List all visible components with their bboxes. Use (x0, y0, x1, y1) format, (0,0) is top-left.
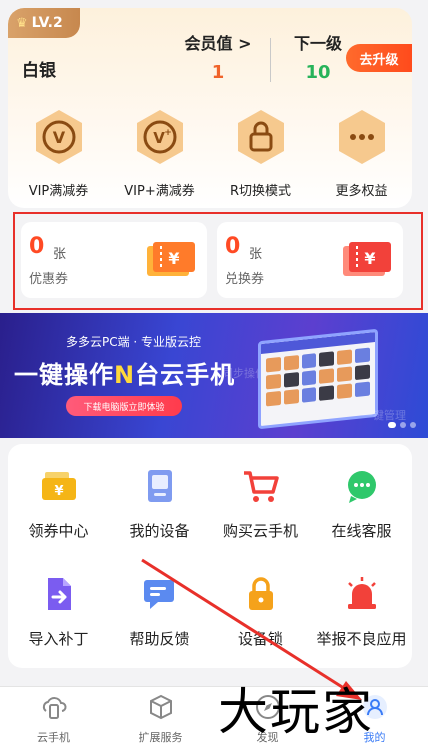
upgrade-button[interactable]: 去升级 (346, 44, 412, 72)
banner-cta-button[interactable]: 下载电脑版立即体验 (66, 396, 182, 416)
tool-buy-cloud-phone[interactable]: 购买云手机 (210, 466, 311, 541)
tool-label: 领券中心 (28, 522, 89, 540)
stat-divider (270, 38, 271, 82)
shopping-cart-icon (243, 471, 279, 502)
banner-tagline: 多多云PC端 · 专业版云控 (66, 335, 202, 349)
tool-report-app[interactable]: 举报不良应用 (311, 574, 412, 649)
watermark-text: 大玩家 (218, 683, 374, 741)
perk-label: VIP满减券 (28, 184, 89, 199)
more-dots-icon (338, 110, 385, 164)
cloud-phone-icon (42, 697, 66, 719)
nav-label: 云手机 (37, 731, 70, 744)
perk-label: R切换模式 (229, 184, 292, 199)
nav-label: 扩展服务 (138, 731, 183, 744)
member-card: ♛ LV.2 白银 会员值 > 1 下一级 10 去升级 V VIP满减券 V … (8, 8, 412, 208)
next-level-value: 10 (305, 62, 331, 83)
vip-voucher-icon: V (35, 110, 82, 164)
annotation-highlight-box (13, 212, 423, 310)
tool-online-support[interactable]: 在线客服 (311, 466, 412, 541)
tools-grid: ¥ 领券中心 我的设备 购买云手机 在线客服 导入补丁 帮助反馈 设备锁 举报不… (8, 444, 412, 668)
svg-text:¥: ¥ (54, 484, 63, 499)
lock-icon (237, 110, 284, 164)
tool-label: 在线客服 (331, 522, 392, 540)
customer-service-icon (347, 471, 376, 503)
member-value-label: 会员值 > (184, 34, 252, 53)
member-value: 1 (211, 62, 225, 83)
headline-highlight: N (114, 361, 136, 389)
nav-extension-services[interactable]: 扩展服务 (107, 687, 214, 745)
perk-more-benefits[interactable]: 更多权益 (311, 108, 412, 199)
svg-text:V: V (52, 128, 65, 147)
level-label: LV.2 (31, 15, 63, 31)
headline-part: 台云手机 (135, 361, 236, 389)
perks-row: V VIP满减券 V + VIP+满减券 R切换模式 更多权益 (8, 108, 412, 199)
tool-coupon-center[interactable]: ¥ 领券中心 (8, 466, 109, 541)
tool-help-feedback[interactable]: 帮助反馈 (109, 574, 210, 649)
tool-label: 我的设备 (129, 522, 190, 540)
next-level-label: 下一级 (293, 34, 342, 53)
level-badge: ♛ LV.2 (8, 8, 80, 38)
my-device-icon (147, 470, 172, 502)
extension-cube-icon (149, 694, 172, 720)
crown-icon: ♛ (16, 15, 28, 31)
tool-import-patch[interactable]: 导入补丁 (8, 574, 109, 649)
nav-cloud-phone[interactable]: 云手机 (0, 687, 107, 745)
coupon-center-icon: ¥ (41, 472, 76, 500)
tool-label: 帮助反馈 (129, 630, 190, 648)
import-patch-icon (47, 578, 71, 610)
help-feedback-icon (143, 580, 174, 609)
banner-faint-text: 一键管理 (362, 409, 406, 422)
perk-r-switch-mode[interactable]: R切换模式 (210, 108, 311, 199)
tier-name: 白银 (22, 61, 56, 81)
svg-text:+: + (164, 128, 172, 138)
tool-device-lock[interactable]: 设备锁 (210, 574, 311, 649)
pc-screen-illustration (258, 328, 378, 430)
vip-plus-voucher-icon: V + (136, 110, 183, 164)
perk-label: 更多权益 (335, 184, 388, 199)
promo-banner[interactable]: 多多云PC端 · 专业版云控 一键操作N台云手机 下载电脑版立即体验 同步操作 … (0, 313, 428, 438)
carousel-indicator (388, 422, 416, 428)
tool-label: 举报不良应用 (316, 630, 407, 648)
perk-label: VIP+满减券 (124, 184, 195, 199)
device-lock-icon (248, 577, 273, 610)
member-value-stat[interactable]: 会员值 > 1 (178, 30, 258, 83)
tool-label: 设备锁 (237, 630, 283, 648)
perk-vip-plus-voucher[interactable]: V + VIP+满减券 (109, 108, 210, 199)
banner-headline: 一键操作N台云手机 (14, 355, 235, 390)
tool-label: 导入补丁 (28, 630, 89, 648)
tool-label: 购买云手机 (222, 522, 298, 540)
tool-my-devices[interactable]: 我的设备 (109, 466, 210, 541)
perk-vip-voucher[interactable]: V VIP满减券 (8, 108, 109, 199)
report-alarm-icon (347, 577, 376, 609)
headline-part: 一键操作 (14, 361, 114, 389)
